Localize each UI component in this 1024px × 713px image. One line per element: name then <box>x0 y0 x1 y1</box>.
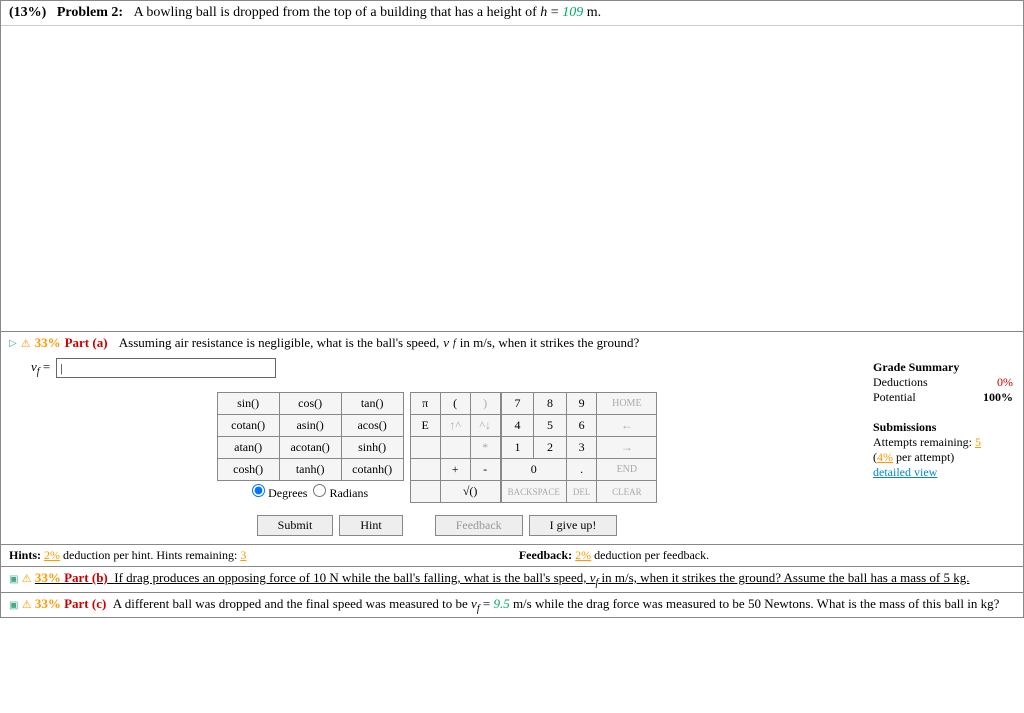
hints-bar: Hints: 2% deduction per hint. Hints rema… <box>1 544 1023 566</box>
problem-percent: (13%) <box>9 5 46 20</box>
answer-input[interactable] <box>56 358 276 378</box>
part-a-header: ▷ ⚠ 33% Part (a) Assuming air resistance… <box>1 332 1023 354</box>
part-a-percent: 33% <box>35 335 61 351</box>
key-supup[interactable]: ↑^ <box>440 415 470 437</box>
key-blank1 <box>410 437 440 459</box>
problem-header: (13%) Problem 2: A bowling ball is dropp… <box>1 1 1023 26</box>
key-supdown[interactable]: ^↓ <box>470 415 500 437</box>
key-clear[interactable]: CLEAR <box>597 481 657 503</box>
key-1[interactable]: 1 <box>501 437 534 459</box>
grade-summary: Grade Summary Deductions0% Potential100%… <box>873 354 1023 544</box>
key-dot[interactable]: . <box>566 459 597 481</box>
part-b-row[interactable]: ▣ ⚠ 33% Part (b) If drag produces an opp… <box>1 566 1023 592</box>
part-a-label: Part (a) <box>65 335 108 351</box>
key-5[interactable]: 5 <box>534 415 567 437</box>
key-cotan[interactable]: cotan() <box>217 415 279 437</box>
function-keypad: sin()cos()tan() cotan()asin()acos() atan… <box>217 392 404 503</box>
key-cosh[interactable]: cosh() <box>217 459 279 481</box>
key-cotanh[interactable]: cotanh() <box>341 459 403 481</box>
symbol-keypad: π() E↑^^↓ * +- √() <box>410 392 501 503</box>
key-del[interactable]: DEL <box>566 481 597 503</box>
key-lparen[interactable]: ( <box>440 393 470 415</box>
expand-icon[interactable]: ▷ <box>9 338 17 349</box>
grade-title: Grade Summary <box>873 360 1013 375</box>
key-6[interactable]: 6 <box>566 415 597 437</box>
key-slash[interactable] <box>440 437 470 459</box>
key-minus[interactable]: - <box>470 459 500 481</box>
giveup-button[interactable]: I give up! <box>529 515 618 536</box>
answer-lhs: vf = <box>31 359 50 378</box>
key-sin[interactable]: sin() <box>217 393 279 415</box>
key-cos[interactable]: cos() <box>279 393 341 415</box>
detailed-view-link[interactable]: detailed view <box>873 465 1013 480</box>
key-backspace[interactable]: BACKSPACE <box>501 481 566 503</box>
key-pi[interactable]: π <box>410 393 440 415</box>
key-left[interactable]: ← <box>597 415 657 437</box>
key-sqrt[interactable]: √() <box>440 481 500 503</box>
key-9[interactable]: 9 <box>566 393 597 415</box>
warning-icon: ⚠ <box>22 573 32 585</box>
collapse-icon[interactable]: ▣ <box>9 574 18 585</box>
part-c-row[interactable]: ▣ ⚠ 33% Part (c) A different ball was dr… <box>1 592 1023 618</box>
key-0[interactable]: 0 <box>501 459 566 481</box>
radians-radio[interactable]: Radians <box>313 486 368 500</box>
key-blank3 <box>410 481 440 503</box>
key-acotan[interactable]: acotan() <box>279 437 341 459</box>
warning-icon: ⚠ <box>22 599 32 611</box>
key-mult[interactable]: * <box>470 437 500 459</box>
problem-label: Problem 2: <box>57 5 123 20</box>
key-atan[interactable]: atan() <box>217 437 279 459</box>
warning-icon: ⚠ <box>21 337 31 350</box>
key-home[interactable]: HOME <box>597 393 657 415</box>
degrees-radio[interactable]: Degrees <box>252 486 307 500</box>
key-e[interactable]: E <box>410 415 440 437</box>
key-3[interactable]: 3 <box>566 437 597 459</box>
problem-value: 109 <box>562 5 583 20</box>
hint-button[interactable]: Hint <box>339 515 402 536</box>
key-acos[interactable]: acos() <box>341 415 403 437</box>
key-tan[interactable]: tan() <box>341 393 403 415</box>
key-8[interactable]: 8 <box>534 393 567 415</box>
number-keypad: 789HOME 456← 123→ 0.END BACKSPACEDELCLEA… <box>501 392 658 503</box>
key-blank2 <box>410 459 440 481</box>
feedback-button[interactable]: Feedback <box>435 515 523 536</box>
key-right[interactable]: → <box>597 437 657 459</box>
key-4[interactable]: 4 <box>501 415 534 437</box>
key-plus[interactable]: + <box>440 459 470 481</box>
key-end[interactable]: END <box>597 459 657 481</box>
key-tanh[interactable]: tanh() <box>279 459 341 481</box>
submit-button[interactable]: Submit <box>257 515 334 536</box>
key-asin[interactable]: asin() <box>279 415 341 437</box>
submissions-title: Submissions <box>873 420 1013 435</box>
collapse-icon[interactable]: ▣ <box>9 600 18 611</box>
key-2[interactable]: 2 <box>534 437 567 459</box>
key-sinh[interactable]: sinh() <box>341 437 403 459</box>
key-7[interactable]: 7 <box>501 393 534 415</box>
key-rparen[interactable]: ) <box>470 393 500 415</box>
problem-text: A bowling ball is dropped from the top o… <box>134 5 541 20</box>
